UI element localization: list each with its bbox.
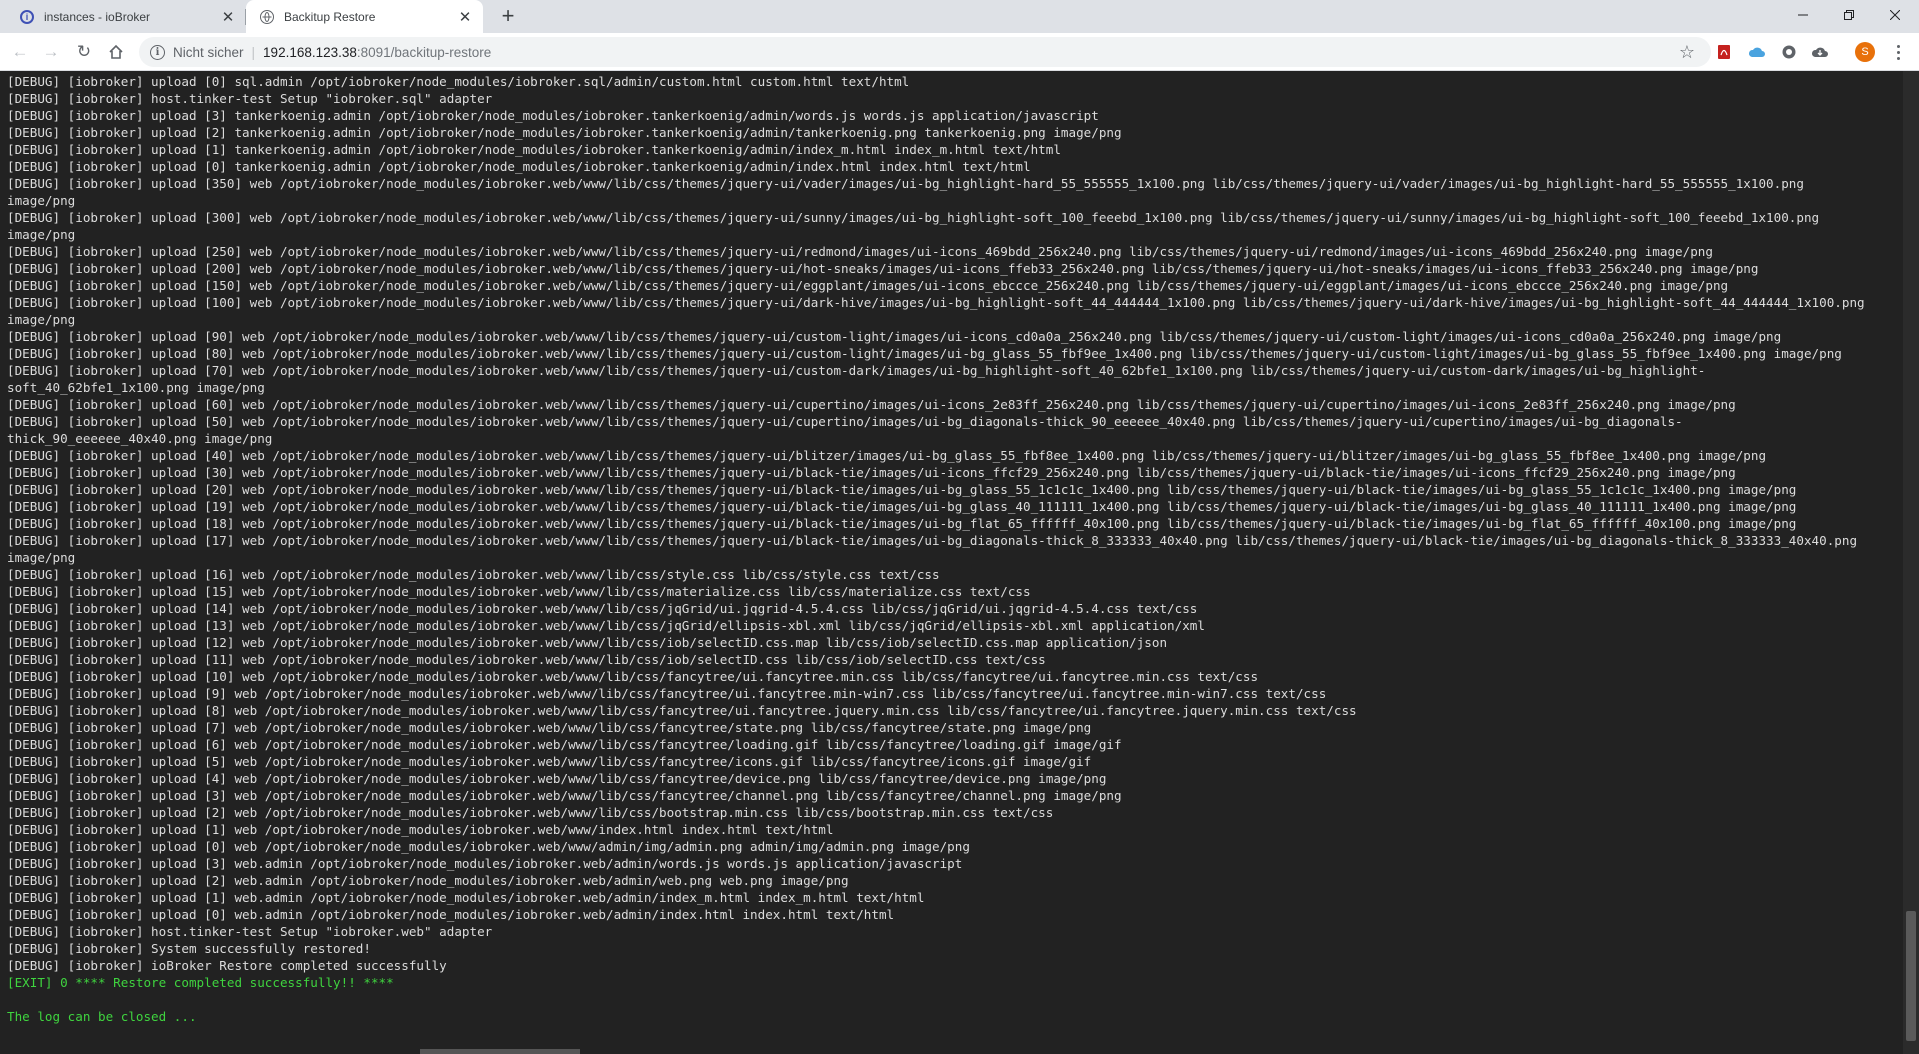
divider: | [251, 44, 256, 60]
log-line: [DEBUG] [iobroker] upload [6] web /opt/i… [7, 737, 1122, 752]
cloud-download-icon[interactable] [1810, 42, 1830, 62]
close-icon[interactable]: ✕ [457, 9, 473, 26]
minimize-button[interactable] [1780, 0, 1826, 30]
log-line: [DEBUG] [iobroker] upload [40] web /opt/… [7, 448, 1767, 463]
dot [1896, 44, 1900, 48]
new-tab-button[interactable]: + [497, 5, 519, 27]
bookmark-star-icon[interactable]: ☆ [1679, 42, 1695, 63]
close-window-icon [1890, 10, 1900, 20]
arrow-right-icon: → [42, 42, 60, 61]
log-line: [DEBUG] [iobroker] upload [100] web /opt… [7, 295, 1865, 327]
log-line: [DEBUG] [iobroker] upload [11] web /opt/… [7, 652, 1046, 667]
log-line: [DEBUG] [iobroker] upload [150] web /opt… [7, 278, 1729, 293]
close-icon[interactable]: ✕ [220, 9, 236, 26]
restore-log: [DEBUG] [iobroker] upload [0] sql.admin … [7, 73, 1900, 1025]
log-line: [DEBUG] [iobroker] upload [50] web /opt/… [7, 414, 1683, 446]
restore-log-viewport[interactable]: [DEBUG] [iobroker] upload [0] sql.admin … [0, 71, 1903, 1054]
close-window-button[interactable] [1872, 0, 1918, 30]
record-icon[interactable] [1779, 42, 1799, 62]
log-line: [DEBUG] [iobroker] upload [0] web /opt/i… [7, 839, 970, 854]
log-line: [DEBUG] [iobroker] upload [15] web /opt/… [7, 584, 1031, 599]
log-line: [DEBUG] [iobroker] host.tinker-test Setu… [7, 924, 493, 939]
log-line: [DEBUG] [iobroker] upload [70] web /opt/… [7, 363, 1706, 395]
log-line: [DEBUG] [iobroker] upload [250] web /opt… [7, 244, 1713, 259]
arrow-left-icon: ← [11, 42, 29, 61]
home-icon [109, 44, 123, 59]
log-line: [DEBUG] [iobroker] upload [13] web /opt/… [7, 618, 1205, 633]
log-line: [DEBUG] [iobroker] upload [80] web /opt/… [7, 346, 1842, 361]
log-spacer [7, 991, 1900, 1008]
forward-button[interactable]: → [39, 40, 63, 64]
log-line: [DEBUG] [iobroker] upload [1] web.admin … [7, 890, 925, 905]
restore-icon [1844, 10, 1854, 20]
scrollbar-thumb[interactable] [1906, 911, 1916, 1041]
info-icon[interactable]: i [150, 44, 165, 60]
url-path[interactable]: :8091/backitup-restore [357, 45, 491, 60]
log-line: [DEBUG] [iobroker] upload [3] web /opt/i… [7, 788, 1122, 803]
log-line: [DEBUG] [iobroker] System successfully r… [7, 941, 371, 956]
log-line: [DEBUG] [iobroker] upload [16] web /opt/… [7, 567, 940, 582]
dot [1896, 56, 1900, 60]
log-line: [DEBUG] [iobroker] upload [3] tankerkoen… [7, 108, 1099, 123]
reload-button[interactable]: ↻ [72, 40, 96, 64]
log-line: [DEBUG] [iobroker] upload [12] web /opt/… [7, 635, 1168, 650]
address-bar[interactable]: i Nicht sicher | 192.168.123.38:8091/bac… [139, 37, 1711, 67]
home-button[interactable] [104, 40, 128, 64]
cloud-icon[interactable] [1747, 42, 1767, 62]
horizontal-scrollbar-thumb[interactable] [420, 1049, 580, 1054]
log-line: [DEBUG] [iobroker] upload [1] tankerkoen… [7, 142, 1061, 157]
log-line: [DEBUG] [iobroker] upload [9] web /opt/i… [7, 686, 1327, 701]
log-line: [DEBUG] [iobroker] upload [200] web /opt… [7, 261, 1759, 276]
vertical-scrollbar[interactable] [1903, 71, 1919, 1054]
log-line: [DEBUG] [iobroker] upload [4] web /opt/i… [7, 771, 1107, 786]
log-line: [DEBUG] [iobroker] upload [8] web /opt/i… [7, 703, 1357, 718]
log-line: [DEBUG] [iobroker] upload [5] web /opt/i… [7, 754, 1092, 769]
iobroker-logo-icon: i [20, 9, 34, 24]
log-line: [DEBUG] [iobroker] upload [60] web /opt/… [7, 397, 1736, 412]
log-line: [DEBUG] [iobroker] upload [19] web /opt/… [7, 499, 1797, 514]
dot [1896, 50, 1900, 54]
back-button[interactable]: ← [8, 40, 32, 64]
log-line: [DEBUG] [iobroker] upload [18] web /opt/… [7, 516, 1797, 531]
log-line: [DEBUG] [iobroker] upload [350] web /opt… [7, 176, 1804, 208]
log-line: [DEBUG] [iobroker] upload [2] web /opt/i… [7, 805, 1054, 820]
pdf-icon[interactable] [1714, 42, 1734, 62]
tab-title: instances - ioBroker [44, 9, 151, 24]
log-line: [DEBUG] [iobroker] upload [0] web.admin … [7, 907, 895, 922]
log-line: [DEBUG] [iobroker] host.tinker-test Setu… [7, 91, 493, 106]
browser-toolbar: ← → ↻ i Nicht sicher | 192.168.123.38:80… [0, 33, 1919, 71]
tab-strip: i instances - ioBroker ✕ Backitup Restor… [0, 0, 1919, 33]
log-line: [DEBUG] [iobroker] upload [2] web.admin … [7, 873, 849, 888]
restore-window-button[interactable] [1826, 0, 1872, 30]
log-line: [DEBUG] [iobroker] upload [2] tankerkoen… [7, 125, 1122, 140]
log-line: [DEBUG] [iobroker] upload [0] tankerkoen… [7, 159, 1031, 174]
log-line: [DEBUG] [iobroker] upload [17] web /opt/… [7, 533, 1858, 565]
log-line: [DEBUG] [iobroker] upload [3] web.admin … [7, 856, 963, 871]
log-line: [DEBUG] [iobroker] upload [300] web /opt… [7, 210, 1820, 242]
browser-menu-button[interactable] [1888, 41, 1908, 63]
log-line: The log can be closed ... [7, 1009, 197, 1024]
reload-icon: ↻ [76, 42, 92, 61]
tab-backitup-restore[interactable]: Backitup Restore ✕ [246, 0, 483, 33]
log-line: [DEBUG] [iobroker] upload [7] web /opt/i… [7, 720, 1092, 735]
tab-instances[interactable]: i instances - ioBroker ✕ [0, 0, 246, 33]
profile-avatar[interactable]: S [1855, 42, 1875, 62]
minimize-icon [1798, 14, 1808, 16]
log-line: [DEBUG] [iobroker] upload [1] web /opt/i… [7, 822, 834, 837]
log-line: [DEBUG] [iobroker] upload [90] web /opt/… [7, 329, 1782, 344]
log-line: [EXIT] 0 **** Restore completed successf… [7, 975, 394, 990]
url-host[interactable]: 192.168.123.38 [263, 45, 357, 60]
log-line: [DEBUG] [iobroker] upload [30] web /opt/… [7, 465, 1736, 480]
log-line: [DEBUG] [iobroker] upload [10] web /opt/… [7, 669, 1259, 684]
globe-icon [260, 9, 274, 24]
tab-title: Backitup Restore [284, 9, 376, 24]
log-line: [DEBUG] [iobroker] upload [20] web /opt/… [7, 482, 1797, 497]
security-label[interactable]: Nicht sicher [173, 45, 244, 60]
log-line: [DEBUG] [iobroker] upload [14] web /opt/… [7, 601, 1198, 616]
log-line: [DEBUG] [iobroker] ioBroker Restore comp… [7, 958, 447, 973]
log-line: [DEBUG] [iobroker] upload [0] sql.admin … [7, 74, 910, 89]
